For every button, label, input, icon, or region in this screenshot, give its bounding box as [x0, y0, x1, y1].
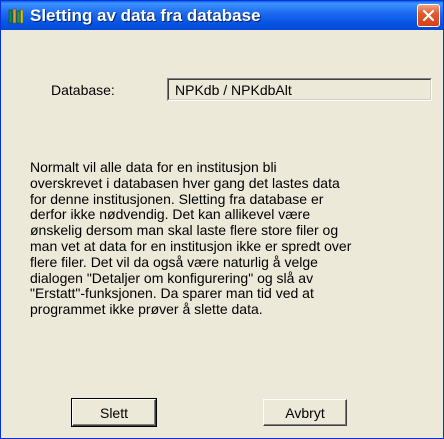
window-title: Sletting av data fra database	[30, 6, 261, 25]
info-line: dialogen "Detaljer om konfigurering" og …	[30, 269, 314, 286]
info-line: ønskelig dersom man skal laste flere sto…	[30, 222, 339, 239]
info-line: for denne institusjonen. Sletting fra da…	[30, 190, 324, 207]
info-line: programmet ikke prøver å slette data.	[30, 301, 263, 318]
info-line: Normalt vil alle data for en institusjon…	[30, 159, 277, 175]
info-line: derfor ikke nødvendig. Det kan allikevel…	[30, 206, 311, 223]
books-icon	[8, 8, 24, 24]
slett-button[interactable]: Slett	[71, 398, 157, 427]
info-line: overskrevet i databasen hver gang det la…	[30, 174, 340, 191]
avbryt-button[interactable]: Avbryt	[263, 399, 347, 426]
info-line: flere filer. Det vil da også være naturl…	[30, 253, 318, 270]
dialog-window: Sletting av data fra database Database: …	[0, 0, 444, 439]
title-bar[interactable]: Sletting av data fra database	[1, 1, 443, 30]
dialog-body: Database: NPKdb / NPKdbAlt Normalt vil a…	[4, 30, 440, 436]
database-label: Database:	[51, 82, 115, 98]
info-text: Normalt vil alle data for en institusjon…	[30, 159, 444, 318]
database-field: NPKdb / NPKdbAlt	[167, 78, 432, 101]
database-value: NPKdb / NPKdbAlt	[175, 82, 292, 98]
info-line: "Erstatt"-funksjonen. Da sparer man tid …	[30, 285, 314, 302]
close-button[interactable]	[417, 4, 440, 27]
info-line: man vet at data for en institusjon ikke …	[30, 237, 352, 254]
close-icon	[422, 9, 435, 22]
